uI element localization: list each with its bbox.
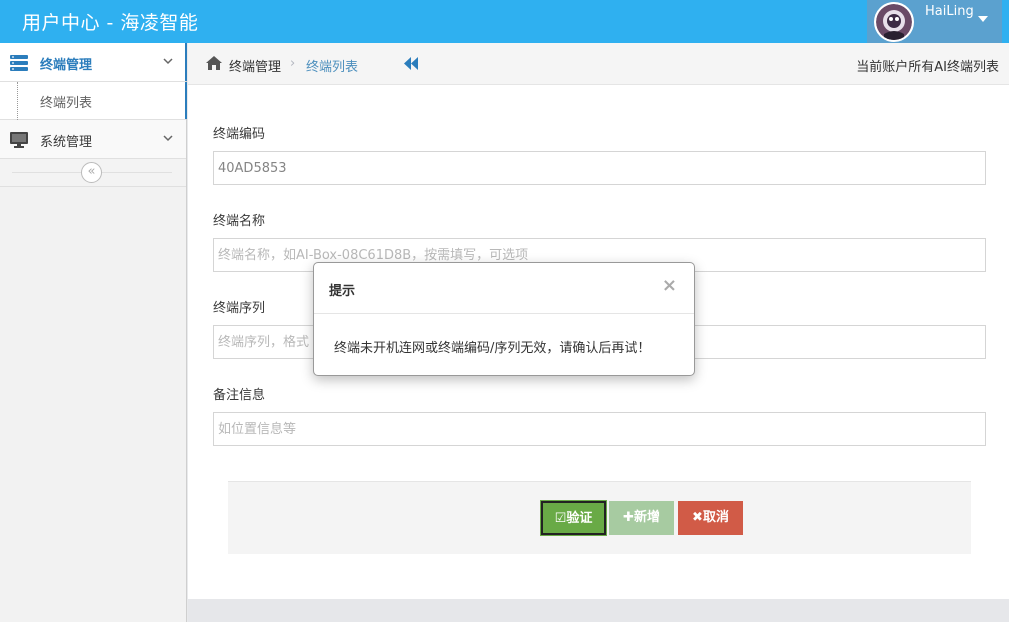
user-name[interactable]: HaiLing [925, 4, 974, 19]
dialog-title: 提示 [329, 284, 356, 299]
sidebar-item-terminal-list[interactable]: 终端列表 [0, 82, 187, 120]
double-chevron-left-icon[interactable]: « [81, 162, 102, 183]
verify-button[interactable]: ☑验证 [541, 501, 606, 535]
sidebar-collapse-row: « [0, 159, 186, 187]
page-description: 当前账户所有AI终端列表 [856, 60, 999, 75]
form-actions: ☑验证 ✚新增 ✖取消 [228, 481, 971, 554]
serial-label: 终端序列 [213, 301, 266, 316]
breadcrumb-separator: › [290, 56, 296, 71]
sidebar: 终端管理 终端列表 系统管理 « [0, 43, 187, 622]
sidebar-item-label: 终端管理 [40, 58, 93, 73]
terminal-code-input[interactable] [213, 151, 986, 185]
code-label: 终端编码 [213, 127, 266, 142]
remark-label: 备注信息 [213, 388, 266, 403]
caret-down-icon[interactable] [978, 16, 988, 22]
dialog-header: 提示 × [314, 263, 694, 314]
top-navbar: 用户中心 - 海凌智能 HaiLing [0, 0, 1009, 43]
server-icon [10, 55, 28, 71]
app-title[interactable]: 用户中心 - 海凌智能 [22, 8, 198, 35]
desktop-icon [10, 132, 28, 148]
chevron-down-icon [163, 135, 173, 142]
cancel-button[interactable]: ✖取消 [678, 501, 743, 535]
add-button[interactable]: ✚新增 [609, 501, 674, 535]
dialog-message: 终端未开机连网或终端编码/序列无效，请确认后再试！ [334, 341, 651, 356]
sidebar-item-terminal-management[interactable]: 终端管理 [0, 43, 187, 82]
sidebar-item-system-management[interactable]: 系统管理 [0, 120, 186, 159]
name-label: 终端名称 [213, 214, 266, 229]
backward-icon[interactable] [404, 57, 419, 70]
remark-input[interactable] [213, 412, 986, 446]
footer-strip [188, 599, 1009, 622]
home-icon [206, 56, 222, 70]
sidebar-item-label: 系统管理 [40, 135, 93, 150]
alert-dialog: 提示 × 终端未开机连网或终端编码/序列无效，请确认后再试！ [313, 262, 695, 376]
sidebar-item-label: 终端列表 [40, 96, 93, 111]
breadcrumb-current-link[interactable]: 终端列表 [306, 56, 358, 75]
close-icon[interactable]: × [662, 276, 677, 296]
avatar[interactable] [874, 2, 914, 42]
breadcrumb: 终端管理 › 终端列表 当前账户所有AI终端列表 [188, 43, 1009, 85]
breadcrumb-home-link[interactable]: 终端管理 [229, 56, 281, 75]
chevron-down-icon [163, 58, 173, 65]
user-menu[interactable]: HaiLing [867, 0, 1002, 43]
